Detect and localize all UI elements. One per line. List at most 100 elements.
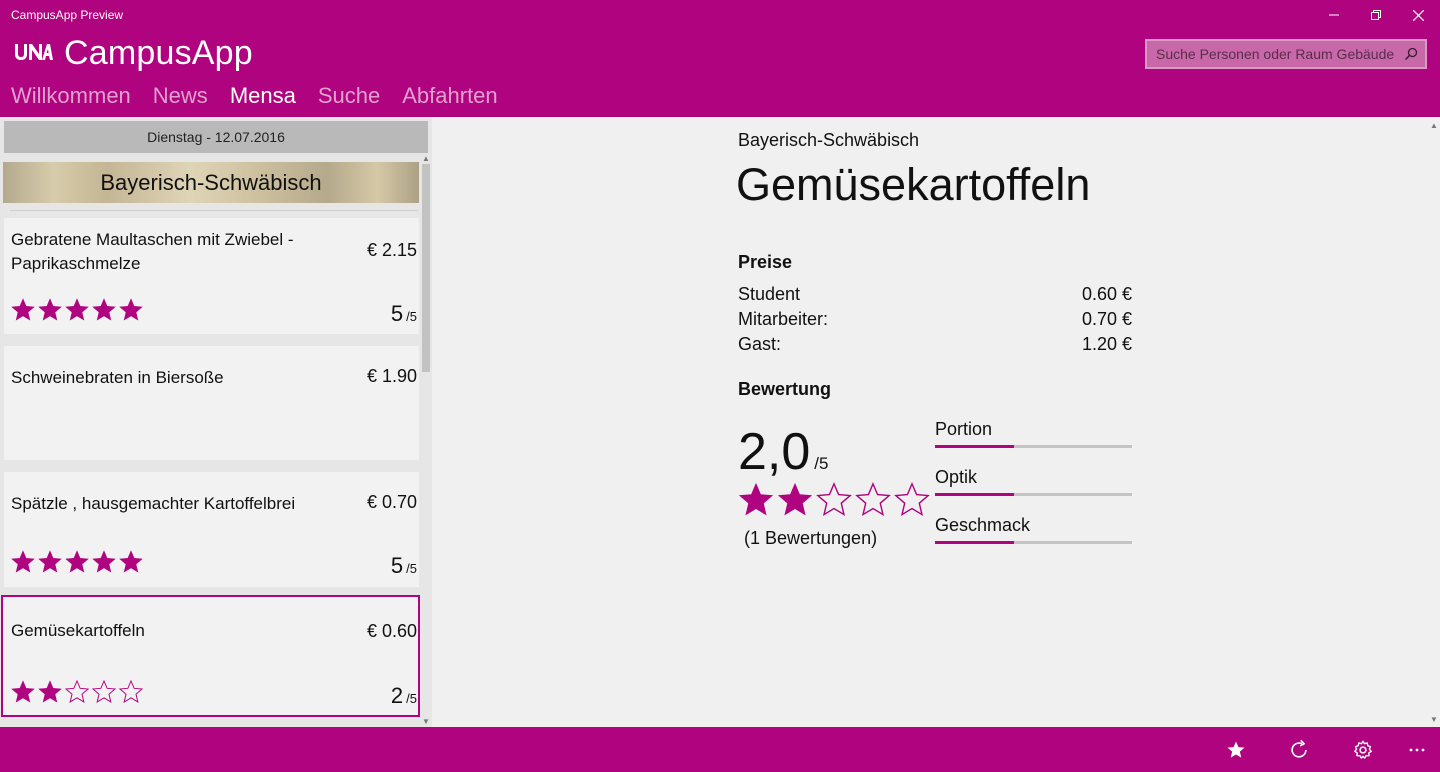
meal-card[interactable]: Spätzle , hausgemachter Kartoffelbrei € … (4, 472, 419, 587)
close-icon (1412, 9, 1424, 21)
nav-item-suche[interactable]: Suche (318, 83, 380, 109)
price-row: Student 0.60 € (738, 284, 1132, 309)
prices-heading: Preise (738, 252, 793, 272)
scroll-up-arrow-icon[interactable]: ▲ (1429, 121, 1439, 131)
star-filled-icon (777, 482, 813, 516)
price-value: 0.70 € (1081, 309, 1132, 329)
refresh-button[interactable] (1286, 737, 1312, 763)
meal-name: Gebratene Maultaschen mit Zwiebel - Papr… (11, 230, 294, 273)
star-filled-icon (65, 298, 89, 321)
rating-count: (1 Bewertungen) (744, 528, 878, 548)
settings-button[interactable] (1350, 737, 1376, 763)
scroll-thumb[interactable] (422, 164, 430, 372)
category-title: Bayerisch-Schwäbisch (100, 170, 322, 195)
star-rating (10, 297, 144, 323)
meal-score: 5/5 (390, 301, 417, 326)
star-empty-icon (855, 482, 891, 517)
sub-rating-fill (935, 493, 1014, 496)
sub-rating-portion[interactable]: Portion (935, 419, 1132, 455)
star-filled-icon (38, 298, 62, 321)
price-label: Gast: (738, 334, 782, 354)
meal-price: € 2.15 (366, 240, 417, 260)
search-box (1145, 39, 1427, 69)
star-empty-icon (118, 679, 144, 703)
price-row: Mitarbeiter: 0.70 € (738, 309, 1132, 334)
nav-item-news[interactable]: News (153, 83, 208, 109)
refresh-icon (1291, 739, 1307, 758)
star-filled-icon (119, 550, 143, 573)
star-filled-icon (119, 298, 143, 321)
main-nav: Willkommen News Mensa Suche Abfahrten (11, 83, 498, 109)
favorite-button[interactable] (1223, 737, 1249, 763)
search-input[interactable] (1147, 41, 1397, 67)
price-value: 1.20 € (1081, 334, 1132, 354)
scroll-down-arrow-icon[interactable]: ▼ (1429, 715, 1439, 725)
settings-icon (1354, 740, 1372, 759)
detail-title: Gemüsekartoffeln (736, 159, 1091, 210)
price-label: Mitarbeiter: (738, 309, 829, 329)
meal-score: 5/5 (390, 553, 417, 578)
star-filled-icon (38, 550, 62, 573)
nav-item-abfahrten[interactable]: Abfahrten (402, 83, 497, 109)
sub-rating-label: Optik (935, 467, 978, 487)
meal-card-selected[interactable]: Gemüsekartoffeln € 0.60 2/5 (1, 595, 420, 717)
sub-rating-track (935, 541, 1132, 544)
star-filled-icon (738, 482, 774, 516)
meal-name: Gemüsekartoffeln (11, 621, 145, 640)
divider (10, 210, 418, 211)
rating-heading: Bewertung (738, 379, 832, 399)
more-icon (1409, 748, 1425, 752)
sub-rating-label: Portion (935, 419, 993, 439)
minimize-button[interactable] (1314, 4, 1354, 26)
app-title: CampusApp (64, 34, 253, 72)
una-logo (15, 44, 53, 60)
star-filled-icon (92, 550, 116, 573)
price-value: 0.60 € (1081, 284, 1132, 304)
meal-detail-pane: Bayerisch-Schwäbisch Gemüsekartoffeln Pr… (432, 117, 1440, 727)
scroll-up-arrow-icon[interactable]: ▲ (421, 154, 431, 164)
meal-score: 2/5 (390, 683, 417, 708)
minimize-icon (1329, 14, 1339, 16)
star-empty-icon (91, 679, 117, 703)
sub-rating-geschmack[interactable]: Geschmack (935, 515, 1132, 551)
meal-price: € 0.70 (366, 492, 417, 512)
star-filled-icon (11, 298, 35, 321)
star-filled-icon (38, 680, 62, 703)
restore-button[interactable] (1356, 4, 1396, 26)
sub-rating-label: Geschmack (935, 515, 1031, 535)
window-title: CampusApp Preview (11, 8, 124, 22)
star-rating (10, 549, 144, 575)
list-scrollbar[interactable]: ▲ ▼ (420, 154, 432, 727)
app-bar (0, 727, 1440, 772)
meal-list-pane: Dienstag - 12.07.2016 Bayerisch-Schwäbis… (0, 117, 432, 727)
more-button[interactable] (1404, 737, 1430, 763)
meal-card[interactable]: Gebratene Maultaschen mit Zwiebel - Papr… (4, 218, 419, 334)
star-empty-icon (816, 482, 852, 517)
rating-score: 2,0/5 (738, 423, 829, 481)
price-label: Student (738, 284, 801, 304)
restore-icon (1371, 10, 1381, 20)
sub-rating-optik[interactable]: Optik (935, 467, 1132, 503)
meal-name: Schweinebraten in Biersoße (11, 368, 224, 387)
price-row: Gast: 1.20 € (738, 334, 1132, 359)
sub-rating-fill (935, 445, 1014, 448)
rating-stars[interactable] (737, 481, 931, 519)
nav-item-willkommen[interactable]: Willkommen (11, 83, 131, 109)
meal-price: € 0.60 (366, 621, 417, 641)
meal-card[interactable]: Schweinebraten in Biersoße € 1.90 (4, 346, 419, 460)
star-filled-icon (65, 550, 89, 573)
sub-rating-track (935, 445, 1132, 448)
star-filled-icon (11, 680, 35, 703)
star-empty-icon (64, 679, 90, 703)
detail-category: Bayerisch-Schwäbisch (738, 130, 920, 150)
star-icon (1227, 741, 1245, 758)
scroll-down-arrow-icon[interactable]: ▼ (421, 717, 431, 727)
search-button[interactable] (1397, 41, 1425, 67)
detail-scrollbar[interactable]: ▲ ▼ (1428, 117, 1440, 727)
close-button[interactable] (1398, 4, 1438, 26)
category-banner: Bayerisch-Schwäbisch (3, 162, 419, 203)
star-filled-icon (92, 298, 116, 321)
nav-item-mensa[interactable]: Mensa (230, 83, 296, 109)
search-icon (1404, 47, 1418, 61)
star-empty-icon (894, 482, 930, 517)
